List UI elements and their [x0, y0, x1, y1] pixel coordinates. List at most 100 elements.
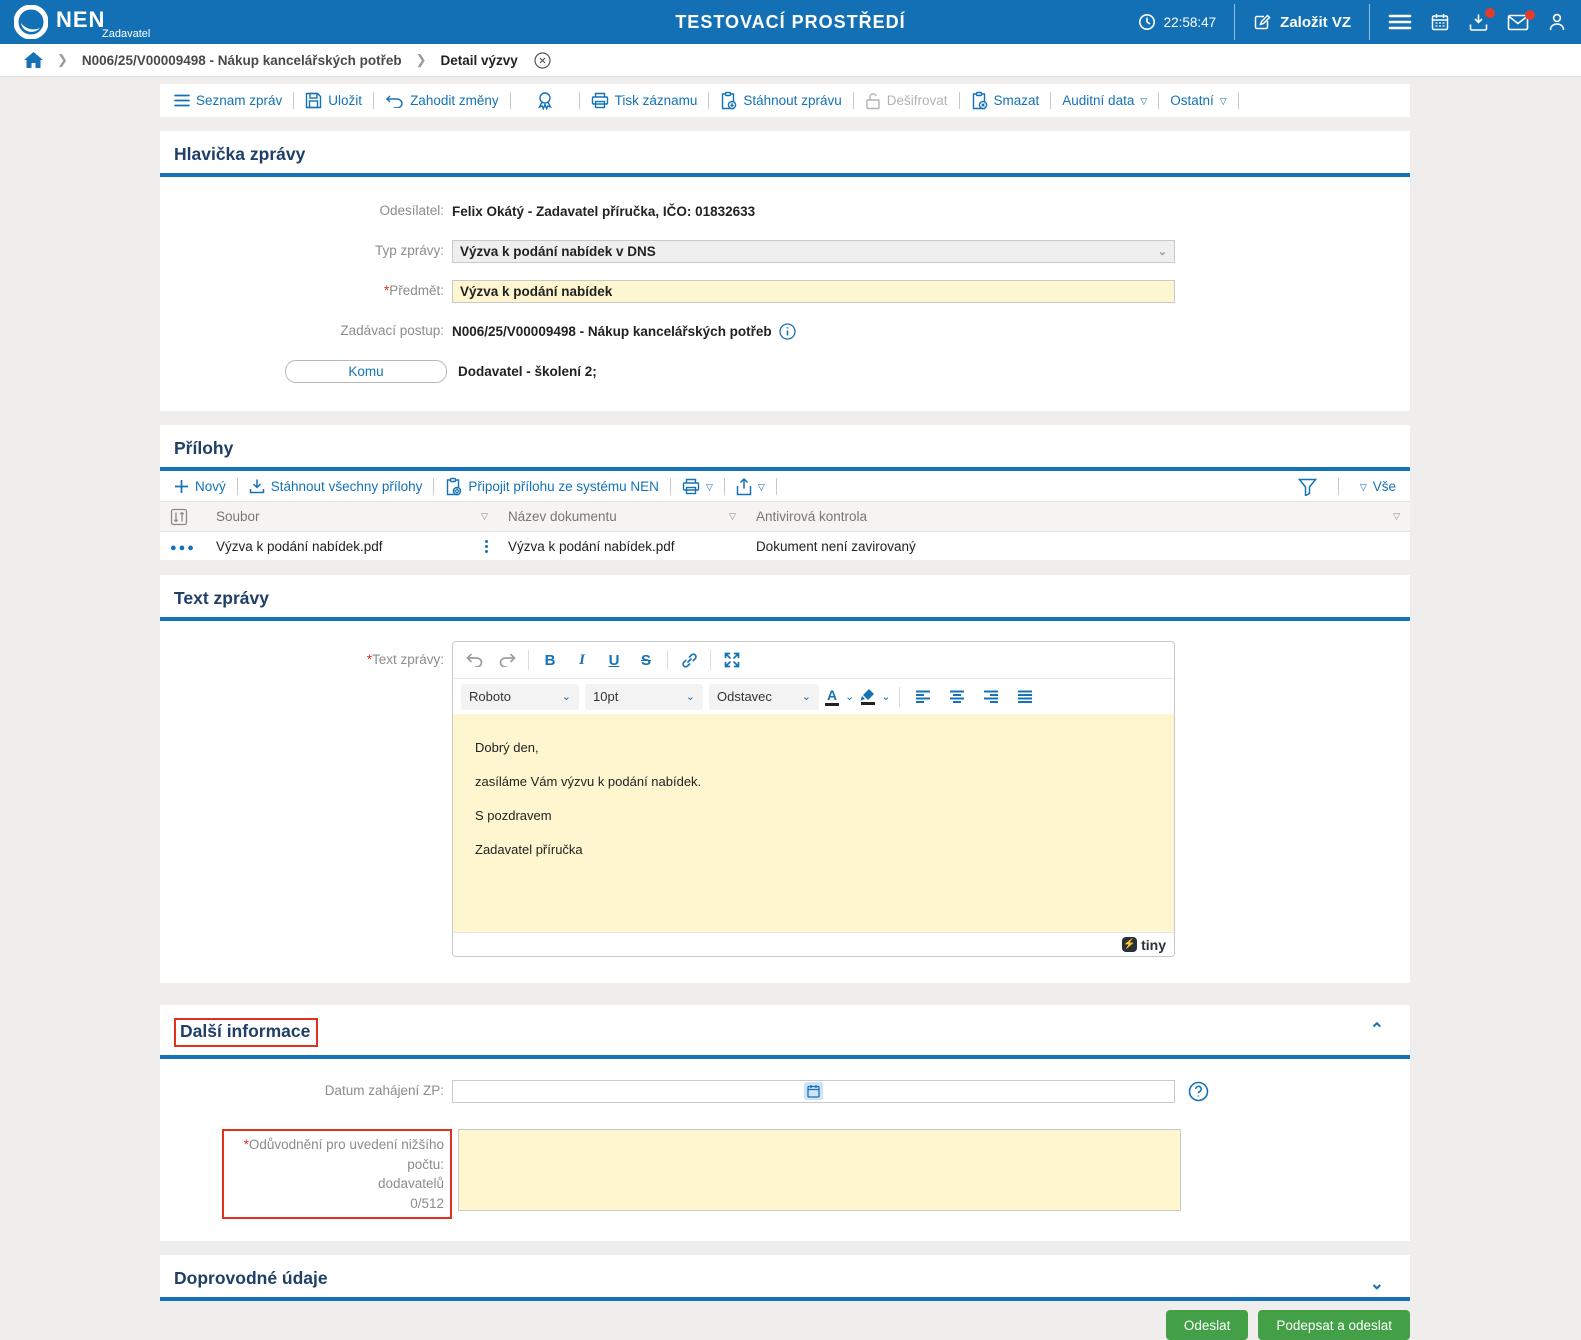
column-settings-icon[interactable] [170, 508, 188, 526]
text-zpravy-label: *Text zprávy: [366, 652, 444, 667]
new-attachment-label: Nový [195, 479, 226, 494]
filter-vse-menu[interactable]: ▽ Vše [1360, 479, 1396, 494]
odesilatel-value: Felix Okátý - Zadavatel příručka, IČO: 0… [452, 203, 756, 219]
breadcrumb-procedure[interactable]: N006/25/V00009498 - Nákup kancelářských … [82, 53, 402, 68]
delete-button[interactable]: Smazat [971, 91, 1039, 110]
datepicker-calendar-icon[interactable] [804, 1082, 823, 1100]
column-header-antivir[interactable]: Antivirová kontrola [756, 509, 867, 524]
expand-down-icon[interactable]: ⌄ [1370, 1275, 1384, 1292]
italic-icon[interactable]: I [568, 646, 596, 674]
text-color-button[interactable]: A [825, 688, 839, 706]
attachments-toolbar: Nový Stáhnout všechny přílohy Připojit p… [160, 471, 1410, 501]
char-counter: 0/512 [410, 1195, 444, 1211]
oduvodneni-textarea[interactable] [458, 1129, 1181, 1211]
align-right-icon[interactable] [977, 683, 1005, 711]
send-button[interactable]: Odeslat [1165, 1310, 1249, 1340]
create-vz-button[interactable]: Založit VZ [1253, 13, 1351, 32]
attachment-row[interactable]: ●●● Výzva k podání nabídek.pdf Výzva k p… [160, 531, 1410, 561]
sign-and-send-button[interactable]: Podepsat a odeslat [1258, 1310, 1410, 1340]
breadcrumb: ❯ N006/25/V00009498 - Nákup kancelářskýc… [0, 44, 1581, 77]
print-record-button[interactable]: Tisk záznamu [591, 92, 697, 109]
audit-data-menu[interactable]: Auditní data ▽ [1062, 93, 1147, 108]
column-filter-icon[interactable]: ▽ [729, 511, 736, 522]
delete-record-icon [972, 91, 987, 110]
divider [708, 92, 710, 109]
chevron-down-icon[interactable]: ⌄ [845, 690, 854, 703]
tiny-logo-icon: ⚡ [1122, 937, 1138, 952]
close-tab-icon[interactable] [534, 51, 551, 69]
underline-icon[interactable]: U [600, 646, 628, 674]
bold-icon[interactable]: B [536, 646, 564, 674]
undo-icon[interactable] [461, 646, 489, 674]
calendar-button[interactable] [1430, 12, 1450, 32]
message-paragraph: S pozdravem [475, 808, 552, 823]
nen-logo[interactable]: NEN Zadavatel [14, 5, 150, 39]
predmet-input[interactable] [452, 279, 1175, 303]
divider [236, 478, 238, 495]
message-body-editable[interactable]: Dobrý den, zasíláme Vám výzvu k podání n… [453, 714, 1174, 932]
messages-button[interactable] [1507, 9, 1535, 31]
unlock-icon [866, 92, 880, 109]
top-bar: NEN Zadavatel TESTOVACÍ PROSTŘEDÍ 22:58:… [0, 0, 1581, 44]
row-actions-icon[interactable]: ●●● [170, 542, 196, 554]
typ-zpravy-value: Výzva k podání nabídek v DNS [460, 243, 656, 259]
datum-zahajeni-input[interactable] [452, 1079, 1175, 1103]
downloads-button[interactable] [1468, 7, 1495, 33]
komu-value: Dodavatel - školení 2; [458, 363, 597, 379]
font-size-select[interactable]: 10pt ⌄ [585, 683, 703, 710]
menu-button[interactable] [1388, 13, 1412, 31]
seal-button[interactable] [522, 91, 568, 110]
info-icon[interactable] [779, 322, 796, 340]
list-icon [174, 94, 190, 107]
column-header-nazev[interactable]: Název dokumentu [508, 509, 617, 524]
divider [1337, 478, 1339, 495]
align-justify-icon[interactable] [1011, 683, 1039, 711]
attach-from-nen-button[interactable]: Připojit přílohu ze systému NEN [445, 477, 659, 496]
align-center-icon[interactable] [943, 683, 971, 711]
dropdown-triangle-icon: ▽ [1359, 482, 1367, 492]
export-attachments-menu[interactable]: ▽ [736, 477, 765, 496]
message-list-button[interactable]: Seznam zpráv [174, 93, 282, 108]
link-icon[interactable] [675, 646, 703, 674]
drag-handle-icon[interactable] [484, 539, 488, 553]
dropdown-triangle-icon: ▽ [757, 482, 765, 492]
oduvodneni-label: *Odůvodnění pro uvedení nižšího počtu: d… [222, 1129, 452, 1220]
column-filter-icon[interactable]: ▽ [481, 511, 488, 522]
field-row-typ-zpravy: Typ zprávy: Výzva k podání nabídek v DNS… [160, 231, 1410, 271]
redo-icon[interactable] [493, 646, 521, 674]
divider [1234, 4, 1236, 40]
divider [1237, 92, 1239, 109]
section-title-doprovodne-udaje: Doprovodné údaje [174, 1268, 328, 1289]
highlight-color-button[interactable] [860, 688, 875, 705]
attachment-file-name[interactable]: Výzva k podání nabídek.pdf [216, 539, 383, 554]
align-left-icon[interactable] [909, 683, 937, 711]
typ-zpravy-select[interactable]: Výzva k podání nabídek v DNS ⌄ [452, 239, 1175, 263]
section-title-text-zpravy: Text zprávy [174, 588, 269, 608]
help-icon[interactable] [1188, 1081, 1209, 1102]
user-profile-button[interactable] [1547, 12, 1567, 32]
download-all-attachments-button[interactable]: Stáhnout všechny přílohy [249, 478, 422, 495]
collapse-up-icon[interactable]: ⌃ [1370, 1021, 1384, 1038]
block-format-select[interactable]: Odstavec ⌄ [709, 683, 819, 710]
decrypt-label: Dešifrovat [886, 93, 948, 108]
new-attachment-button[interactable]: Nový [174, 479, 226, 494]
chevron-down-icon[interactable]: ⌄ [881, 690, 890, 703]
discard-icon [386, 95, 403, 108]
column-header-soubor[interactable]: Soubor [216, 509, 260, 524]
strikethrough-icon[interactable]: S [632, 646, 660, 674]
komu-button[interactable]: Komu [285, 359, 447, 383]
other-menu[interactable]: Ostatní ▽ [1170, 93, 1226, 108]
font-family-select[interactable]: Roboto ⌄ [461, 683, 579, 710]
fullscreen-icon[interactable] [718, 646, 746, 674]
discard-changes-button[interactable]: Zahodit změny [385, 93, 499, 108]
filter-icon[interactable] [1297, 478, 1317, 496]
message-paragraph: Zadavatel příručka [475, 842, 583, 857]
print-attachments-menu[interactable]: ▽ [682, 478, 713, 495]
download-message-button[interactable]: Stáhnout zprávu [720, 91, 842, 110]
save-button[interactable]: Uložit [305, 92, 362, 109]
home-icon[interactable] [24, 51, 43, 69]
attach-from-system-icon [447, 477, 462, 496]
column-filter-icon[interactable]: ▽ [1393, 511, 1400, 522]
create-vz-label: Založit VZ [1280, 13, 1351, 31]
field-row-komu: Komu Dodavatel - školení 2; [160, 351, 1410, 391]
